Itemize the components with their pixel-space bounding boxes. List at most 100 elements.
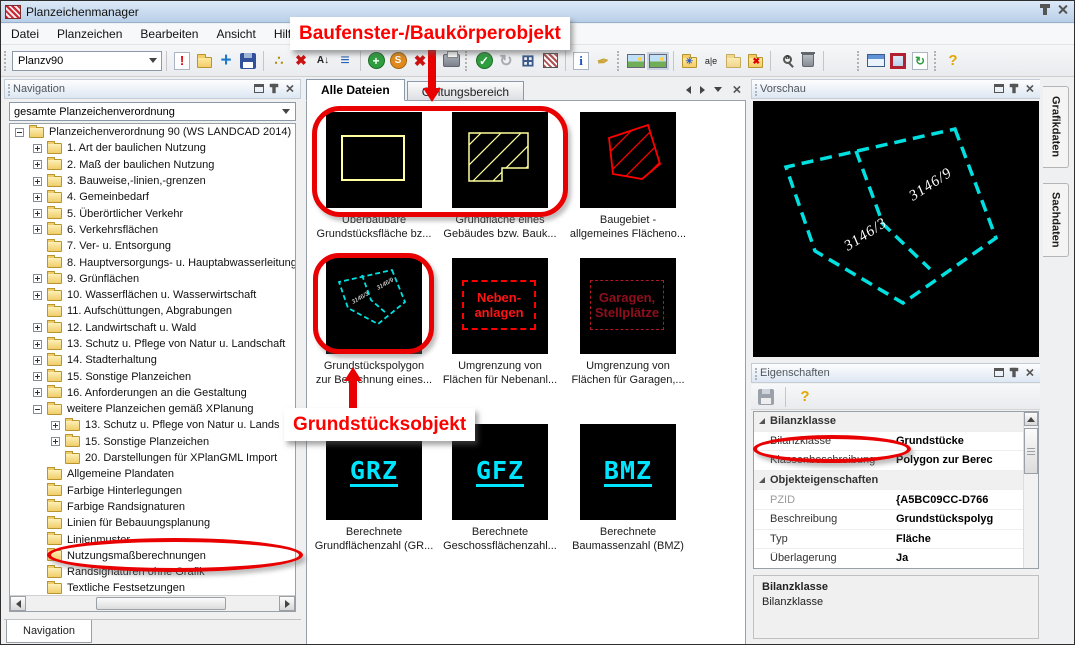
navigation-panel-header: Navigation — [4, 79, 301, 99]
tab-alle-dateien[interactable]: Alle Dateien — [306, 79, 405, 101]
check-circle-icon[interactable]: ✓ — [473, 50, 495, 72]
tree-item[interactable]: 7. Ver- u. Entsorgung — [10, 238, 295, 254]
trash-icon[interactable] — [797, 50, 819, 72]
close-icon[interactable] — [285, 84, 294, 93]
float-window-icon[interactable] — [994, 84, 1004, 93]
tab-sachdaten[interactable]: Sachdaten — [1043, 183, 1069, 257]
property-row-beschreibung[interactable]: BeschreibungGrundstückspolyg — [754, 510, 1038, 530]
tree-item[interactable]: 6. Verkehrsflächen — [10, 222, 295, 238]
scrollbar-thumb[interactable] — [1024, 428, 1038, 474]
property-row-pzid[interactable]: PZID{A5BC09CC-D766 — [754, 490, 1038, 510]
save-icon[interactable] — [237, 50, 259, 72]
close-icon[interactable] — [1025, 368, 1034, 377]
list-icon[interactable]: ≡ — [334, 50, 356, 72]
tree-item[interactable]: 20. Darstellungen für XPlanGML Import — [10, 450, 295, 466]
tree-item[interactable]: 15. Sonstige Planzeichen — [10, 434, 295, 450]
new-file-icon[interactable]: ! — [171, 50, 193, 72]
tree-item[interactable]: 12. Landwirtschaft u. Wald — [10, 320, 295, 336]
open-folder-icon[interactable] — [193, 50, 215, 72]
pin-icon[interactable] — [272, 84, 275, 93]
tree-item[interactable]: 14. Stadterhaltung — [10, 352, 295, 368]
info-page-icon[interactable]: i — [570, 50, 592, 72]
scroll-tabs-left-icon[interactable] — [686, 86, 691, 94]
preset-dropdown[interactable]: Planzv90 — [12, 51, 162, 71]
horizontal-scrollbar[interactable] — [10, 595, 295, 611]
tile-baugebiet[interactable] — [580, 112, 676, 208]
tree-item[interactable]: Planzeichenverordnung 90 (WS LANDCAD 201… — [10, 124, 295, 140]
add-icon[interactable]: + — [215, 50, 237, 72]
close-icon[interactable] — [1025, 84, 1034, 93]
pin-icon[interactable] — [1043, 4, 1047, 15]
image-framed-icon[interactable] — [647, 50, 669, 72]
tree-item[interactable]: 8. Hauptversorgungs- u. Hauptabwasserlei… — [10, 254, 295, 270]
tree-item[interactable]: 3. Bauweise,-linien,-grenzen — [10, 173, 295, 189]
sort-az-icon[interactable]: A↓ — [312, 50, 334, 72]
tree-item[interactable]: 16. Anforderungen an die Gestaltung — [10, 385, 295, 401]
tree-item[interactable]: 5. Überörtlicher Verkehr — [10, 205, 295, 221]
s-circle-icon[interactable]: S — [387, 50, 409, 72]
tree-item[interactable]: Allgemeine Plandaten — [10, 466, 295, 482]
hierarchy-icon[interactable]: ∴ — [268, 50, 290, 72]
print-icon[interactable] — [440, 50, 462, 72]
close-icon[interactable] — [732, 85, 741, 94]
tree-item[interactable]: 2. Maß der baulichen Nutzung — [10, 157, 295, 173]
find-abc-icon[interactable] — [775, 50, 797, 72]
property-row-typ[interactable]: TypFläche — [754, 530, 1038, 550]
pin-icon[interactable] — [1012, 368, 1015, 377]
tree-item[interactable]: 9. Grünflächen — [10, 271, 295, 287]
pin-icon[interactable] — [1012, 84, 1015, 93]
menu-datei[interactable]: Datei — [3, 27, 47, 41]
menu-bearbeiten[interactable]: Bearbeiten — [132, 27, 206, 41]
vertical-scrollbar[interactable] — [1023, 412, 1038, 568]
tile-garagen-stellplaetze[interactable]: Garagen,Stellplätze — [580, 258, 676, 354]
square-red-icon[interactable] — [887, 50, 909, 72]
tree-item[interactable]: 13. Schutz u. Pflege von Natur u. Lands — [10, 417, 295, 433]
close-icon[interactable] — [1057, 4, 1068, 15]
tree-item[interactable]: 1. Art der baulichen Nutzung — [10, 140, 295, 156]
wand-icon[interactable]: ✒ — [590, 48, 615, 73]
image-icon[interactable] — [625, 50, 647, 72]
tree-item[interactable]: 11. Aufschüttungen, Abgrabungen — [10, 303, 295, 319]
tree-item[interactable]: 4. Gemeinbedarf — [10, 189, 295, 205]
delete-folder-icon[interactable] — [744, 50, 766, 72]
scroll-up-icon[interactable] — [1024, 412, 1038, 426]
delete-x-icon[interactable]: ✖ — [290, 50, 312, 72]
tree-item[interactable]: weitere Planzeichen gemäß XPlanung — [10, 401, 295, 417]
property-description-text: Bilanzklasse — [762, 596, 823, 608]
help-icon[interactable]: ? — [942, 50, 964, 72]
tile-bmz[interactable]: BMZ — [580, 424, 676, 520]
refresh-icon[interactable]: ↻ — [495, 50, 517, 72]
window-blue-icon[interactable] — [865, 50, 887, 72]
scheme-dropdown[interactable]: gesamte Planzeichenverordnung — [9, 102, 296, 121]
navigation-dock-tab[interactable]: Navigation — [6, 620, 92, 643]
help-icon[interactable]: ? — [794, 386, 816, 408]
new-folder-icon[interactable] — [678, 50, 700, 72]
tab-grafikdaten[interactable]: Grafikdaten — [1043, 86, 1069, 168]
tree-item[interactable]: 10. Wasserflächen u. Wasserwirtschaft — [10, 287, 295, 303]
scrollbar-thumb[interactable] — [96, 597, 226, 610]
tree-item[interactable]: Linien für Bebauungsplanung — [10, 515, 295, 531]
split-window-icon[interactable]: ⊞ — [517, 50, 539, 72]
tree-item[interactable]: Farbige Hinterlegungen — [10, 483, 295, 499]
property-group[interactable]: Objekteigenschaften — [754, 471, 1038, 491]
menu-planzeichen[interactable]: Planzeichen — [49, 27, 130, 41]
menu-ansicht[interactable]: Ansicht — [208, 27, 263, 41]
float-window-icon[interactable] — [254, 84, 264, 93]
tree-item[interactable]: 13. Schutz u. Pflege von Natur u. Landsc… — [10, 336, 295, 352]
add-circle-icon[interactable]: + — [365, 50, 387, 72]
annotation-arrow-shaft — [349, 380, 357, 409]
property-row-ueberlagerung[interactable]: ÜberlagerungJa — [754, 549, 1038, 569]
paste-folder-icon[interactable] — [722, 50, 744, 72]
page-refresh-icon[interactable]: ↻ — [909, 50, 931, 72]
property-group[interactable]: Bilanzklasse — [754, 412, 1038, 432]
scroll-left-icon[interactable] — [10, 596, 26, 611]
tree-item[interactable]: 15. Sonstige Planzeichen — [10, 368, 295, 384]
rename-icon[interactable]: a|e — [700, 50, 722, 72]
hatch-pattern-icon[interactable] — [539, 50, 561, 72]
scroll-right-icon[interactable] — [279, 596, 295, 611]
tab-list-icon[interactable] — [714, 87, 722, 92]
tile-nebenanlagen[interactable]: Neben-anlagen — [452, 258, 548, 354]
scroll-tabs-right-icon[interactable] — [700, 86, 705, 94]
float-window-icon[interactable] — [994, 368, 1004, 377]
tree-item[interactable]: Farbige Randsignaturen — [10, 499, 295, 515]
